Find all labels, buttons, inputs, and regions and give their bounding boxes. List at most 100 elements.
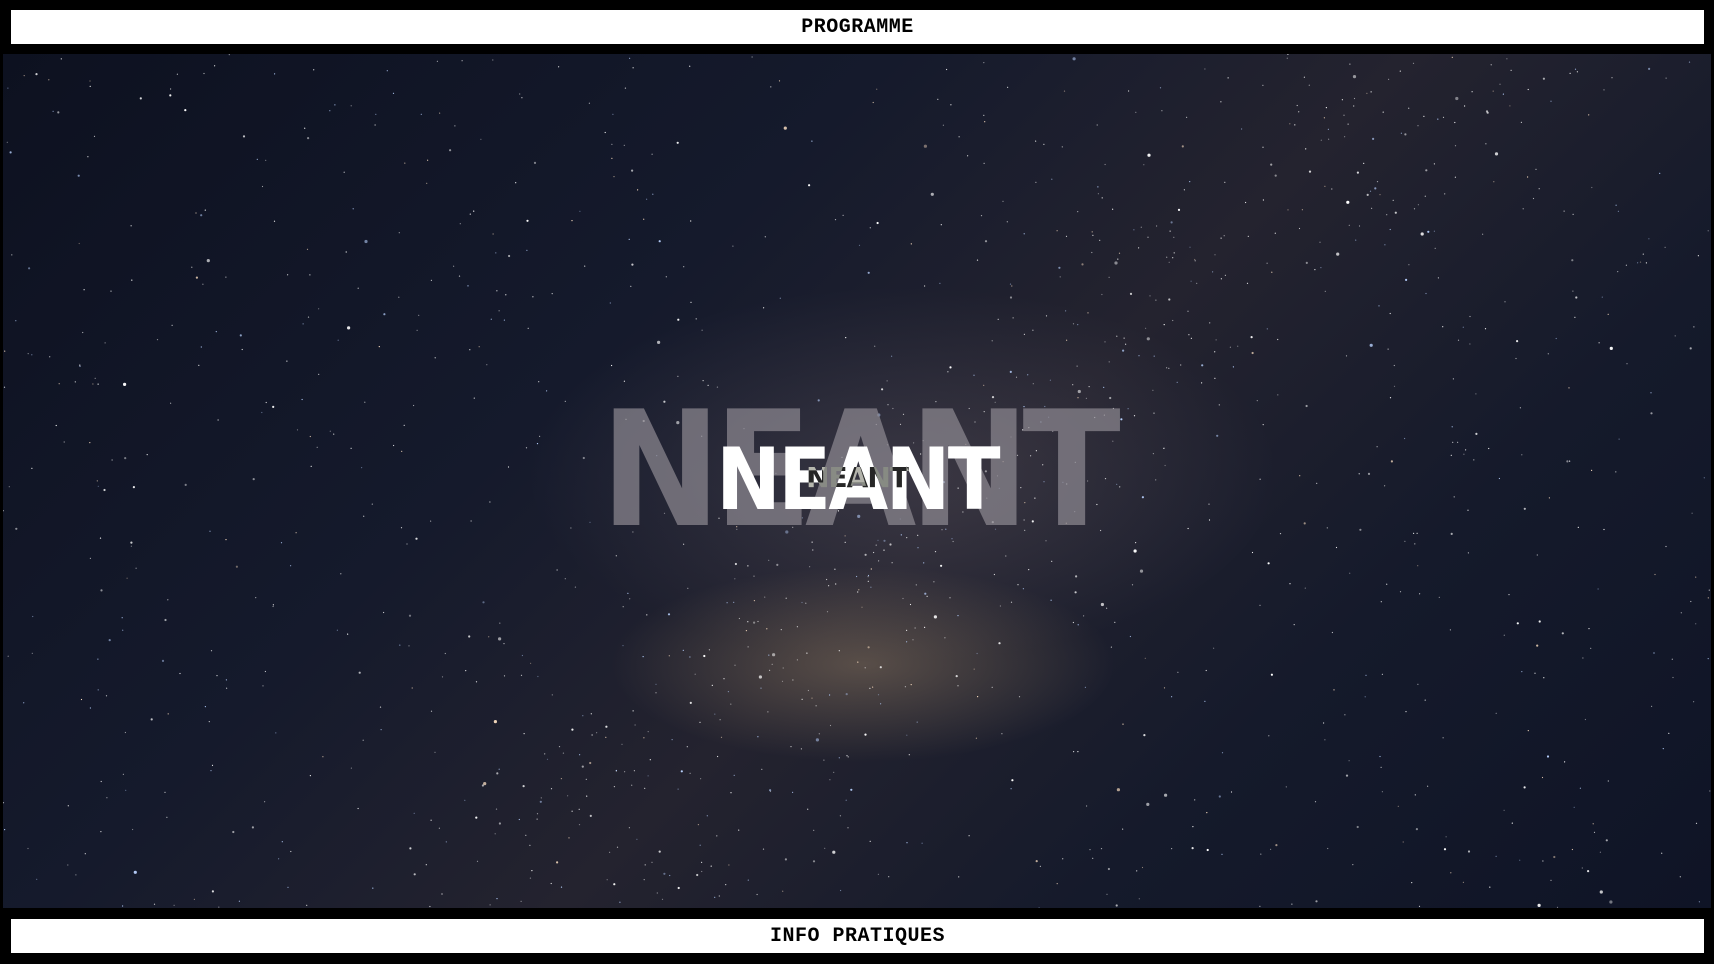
star — [130, 225, 132, 227]
star — [1597, 588, 1599, 590]
star — [169, 94, 172, 97]
star — [762, 848, 765, 850]
star — [682, 649, 684, 652]
star — [1698, 901, 1700, 903]
star — [923, 144, 928, 148]
star — [92, 383, 94, 385]
star — [726, 602, 728, 604]
star — [1325, 107, 1327, 109]
star — [663, 872, 666, 875]
star — [52, 110, 54, 112]
star — [1073, 751, 1075, 753]
star — [829, 724, 832, 727]
star — [591, 734, 593, 736]
star — [27, 847, 29, 850]
star — [1664, 246, 1666, 248]
star — [307, 316, 310, 318]
star — [204, 706, 206, 708]
programme-nav-button[interactable]: PROGRAMME — [11, 10, 1704, 44]
star — [430, 710, 433, 712]
star — [658, 850, 661, 853]
star — [1571, 259, 1574, 262]
star — [82, 331, 84, 334]
star — [1499, 83, 1501, 85]
star — [879, 666, 882, 669]
star — [1653, 652, 1655, 654]
star — [1356, 825, 1359, 829]
star — [264, 801, 266, 803]
star — [838, 650, 840, 652]
star — [1386, 214, 1388, 216]
star — [1333, 689, 1335, 691]
star — [1268, 735, 1270, 737]
star — [458, 275, 461, 277]
star — [667, 613, 671, 616]
star — [1625, 264, 1627, 266]
star — [1593, 831, 1596, 834]
star — [538, 381, 540, 383]
star — [647, 775, 649, 777]
star — [480, 138, 482, 140]
star — [637, 189, 639, 191]
star — [526, 219, 529, 222]
star — [489, 904, 491, 906]
star — [1143, 164, 1145, 166]
star — [1598, 342, 1600, 344]
star — [1172, 257, 1174, 259]
star — [1418, 905, 1421, 908]
star — [1550, 100, 1552, 102]
star — [753, 575, 755, 577]
star — [1510, 69, 1512, 71]
info-pratiques-nav-button[interactable]: INFO PRATIQUES — [11, 919, 1704, 953]
star — [1172, 319, 1174, 322]
star — [734, 578, 736, 580]
star — [35, 73, 38, 76]
star — [398, 232, 400, 234]
star — [1671, 658, 1673, 660]
star — [1607, 313, 1609, 315]
star — [611, 157, 613, 159]
star — [1096, 124, 1098, 126]
star — [745, 630, 748, 632]
star — [6, 141, 8, 143]
star — [239, 334, 242, 337]
star — [1380, 601, 1382, 603]
star — [290, 850, 292, 853]
star — [1320, 267, 1322, 269]
star — [1414, 794, 1416, 796]
star — [1637, 262, 1639, 264]
star — [763, 307, 765, 309]
star — [1038, 907, 1040, 908]
star — [1328, 138, 1330, 140]
star — [536, 813, 539, 815]
star — [1603, 89, 1605, 91]
star — [1147, 236, 1149, 238]
star — [364, 239, 368, 244]
star — [1220, 278, 1222, 280]
star — [832, 850, 836, 854]
star — [1138, 247, 1140, 249]
star — [1065, 235, 1068, 237]
star — [265, 159, 267, 161]
star — [1516, 340, 1519, 343]
star — [1387, 348, 1389, 350]
star — [646, 198, 648, 200]
star — [604, 131, 606, 134]
star — [1201, 364, 1204, 367]
star — [347, 326, 351, 330]
star — [1061, 146, 1063, 148]
star — [1607, 780, 1609, 782]
star — [527, 327, 529, 329]
star — [108, 639, 111, 642]
star — [550, 788, 553, 790]
star — [1108, 361, 1110, 363]
star — [89, 85, 91, 87]
star — [1206, 812, 1208, 814]
star — [586, 795, 588, 797]
star — [1076, 365, 1078, 367]
star — [461, 60, 463, 62]
star — [1101, 197, 1103, 199]
star — [1427, 785, 1429, 787]
star — [529, 844, 531, 847]
star — [529, 877, 532, 879]
